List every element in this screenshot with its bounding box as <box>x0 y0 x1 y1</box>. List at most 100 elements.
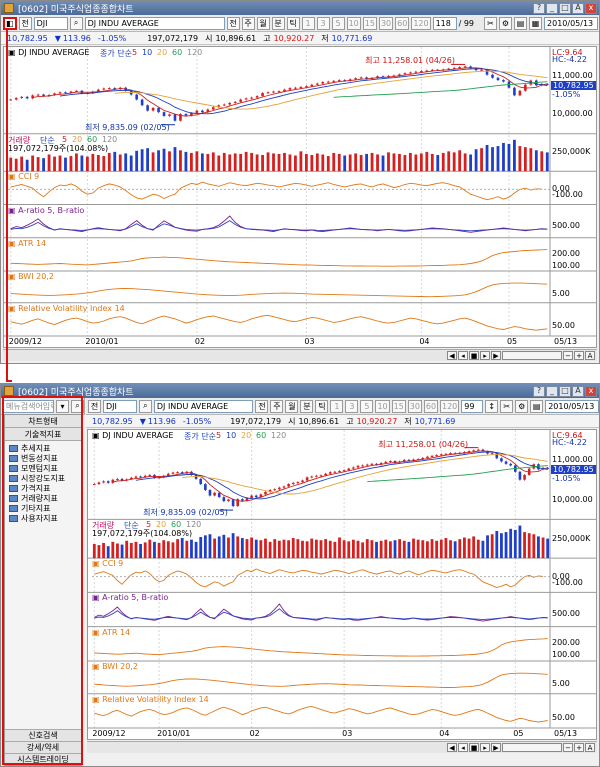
title-bar[interactable]: [0602] 미국주식업종종합차트 ? _ □ A x <box>1 1 599 15</box>
scroll-end-button[interactable]: ▶ <box>491 351 501 360</box>
interval-30-button[interactable]: 30 <box>407 399 422 413</box>
candle <box>111 479 115 483</box>
candle <box>107 88 111 90</box>
interval-5-button[interactable]: 5 <box>360 399 374 413</box>
interval-10-button[interactable]: 10 <box>375 399 390 413</box>
period-tick-button[interactable]: 틱 <box>286 16 300 30</box>
indicator-icon[interactable]: ⚙ <box>499 16 513 30</box>
interval-60-button[interactable]: 60 <box>423 399 439 413</box>
maximize-button[interactable]: □ <box>559 385 571 397</box>
count-input[interactable]: 99 <box>461 399 484 413</box>
candle <box>361 465 364 467</box>
close-button[interactable]: x <box>585 385 597 397</box>
zoom-in-button[interactable]: + <box>574 743 584 752</box>
volume-bar <box>194 541 198 559</box>
chart-scrollbar[interactable]: ◀ ◂ ■ ▸ ▶ − + A <box>87 741 597 753</box>
date-field[interactable]: 2010/05/13 <box>544 16 599 30</box>
volume-bar <box>96 155 100 172</box>
scissors-icon[interactable]: ✂ <box>500 399 514 413</box>
period-week-button[interactable]: 주 <box>270 399 284 413</box>
interval-120-button[interactable]: 120 <box>411 16 431 30</box>
minimize-button[interactable]: _ <box>546 385 558 397</box>
chart-scrollbar[interactable]: ◀ ◂ ■ ▸ ▶ − + A <box>3 349 597 361</box>
maximize-button[interactable]: □ <box>559 2 571 14</box>
interval-1-button[interactable]: 1 <box>330 399 344 413</box>
quote-low-label: 저 <box>404 416 412 426</box>
volume-bar <box>453 541 457 559</box>
mode-button[interactable]: 전 <box>88 399 101 413</box>
minimize-button[interactable]: _ <box>546 2 558 14</box>
symbol-code-input[interactable]: DJI <box>33 16 68 30</box>
interval-15-button[interactable]: 15 <box>362 16 377 30</box>
sidebar-highlight-box <box>2 396 83 765</box>
search-icon[interactable]: ⌕ <box>69 16 83 30</box>
close-button[interactable]: x <box>585 2 597 14</box>
scroll-end-button[interactable]: ▶ <box>491 743 501 752</box>
count-input[interactable]: 118 <box>432 16 457 30</box>
calendar-icon[interactable]: ▦ <box>529 16 543 30</box>
font-button[interactable]: A <box>572 2 584 14</box>
spin-icon[interactable]: ↕ <box>485 399 499 413</box>
mode-button[interactable]: 전 <box>18 16 32 30</box>
zoom-in-button[interactable]: + <box>574 351 584 360</box>
volume-bar <box>509 528 513 559</box>
scroll-start-button[interactable]: ◀ <box>447 351 457 360</box>
scroll-next-button[interactable]: ▸ <box>480 351 490 360</box>
period-month-button[interactable]: 월 <box>256 16 270 30</box>
chart-icon[interactable]: ▤ <box>530 399 544 413</box>
volume-bar <box>315 153 319 172</box>
interval-1-button[interactable]: 1 <box>301 16 315 30</box>
help-button[interactable]: ? <box>533 385 545 397</box>
volume-bar <box>206 153 210 172</box>
candle <box>231 499 235 507</box>
scroll-stop-button[interactable]: ■ <box>469 351 479 360</box>
title-bar[interactable]: [0602] 미국주식업종종합차트 ? _ □ A x <box>1 384 599 398</box>
scroll-prev-button[interactable]: ◂ <box>458 351 468 360</box>
zoom-out-button[interactable]: − <box>563 743 573 752</box>
candle <box>321 81 325 84</box>
interval-3-button[interactable]: 3 <box>316 16 330 30</box>
volume-bar <box>107 152 111 172</box>
font-size-button[interactable]: A <box>585 351 595 360</box>
candle <box>420 70 423 72</box>
period-minute-button[interactable]: 분 <box>300 399 314 413</box>
help-button[interactable]: ? <box>533 2 545 14</box>
interval-60-button[interactable]: 60 <box>395 16 410 30</box>
period-week-button[interactable]: 주 <box>241 16 255 30</box>
candle <box>472 450 475 452</box>
scroll-track[interactable] <box>502 351 562 360</box>
interval-3-button[interactable]: 3 <box>345 399 359 413</box>
volume-bar <box>180 538 184 559</box>
scroll-prev-button[interactable]: ◂ <box>458 743 468 752</box>
volume-bar <box>412 538 415 559</box>
period-tick-button[interactable]: 틱 <box>315 399 329 413</box>
indicator-icon[interactable]: ⚙ <box>515 399 529 413</box>
scroll-next-button[interactable]: ▸ <box>480 743 490 752</box>
volume-bar <box>213 538 216 559</box>
candle <box>504 461 508 464</box>
period-day-button[interactable]: 전 <box>226 16 240 30</box>
date-field[interactable]: 2010/05/13 <box>545 399 599 413</box>
scroll-start-button[interactable]: ◀ <box>447 743 457 752</box>
interval-15-button[interactable]: 15 <box>391 399 406 413</box>
scroll-track[interactable] <box>502 743 562 752</box>
volume-bar <box>118 154 122 172</box>
font-button[interactable]: A <box>572 385 584 397</box>
chart-icon[interactable]: ▤ <box>514 16 528 30</box>
volume-bar <box>200 153 204 172</box>
search-icon[interactable]: ⌕ <box>138 399 152 413</box>
font-size-button[interactable]: A <box>585 743 595 752</box>
chart-area[interactable]: ▣ DJ INDU AVERAGE 종가 단순 5 10 20 60 120 최고 11,25… <box>87 429 597 740</box>
scroll-stop-button[interactable]: ■ <box>469 743 479 752</box>
scissors-icon[interactable]: ✂ <box>484 16 498 30</box>
chart-area[interactable]: ▣ DJ INDU AVERAGE 종가 단순 5 10 20 60 120 최고 11,25… <box>3 46 597 348</box>
interval-120-button[interactable]: 120 <box>440 399 460 413</box>
symbol-code-input[interactable]: DJI <box>103 399 137 413</box>
interval-5-button[interactable]: 5 <box>331 16 345 30</box>
interval-30-button[interactable]: 30 <box>378 16 394 30</box>
interval-10-button[interactable]: 10 <box>346 16 361 30</box>
period-month-button[interactable]: 월 <box>285 399 299 413</box>
period-minute-button[interactable]: 분 <box>271 16 285 30</box>
zoom-out-button[interactable]: − <box>563 351 573 360</box>
period-day-button[interactable]: 전 <box>255 399 269 413</box>
